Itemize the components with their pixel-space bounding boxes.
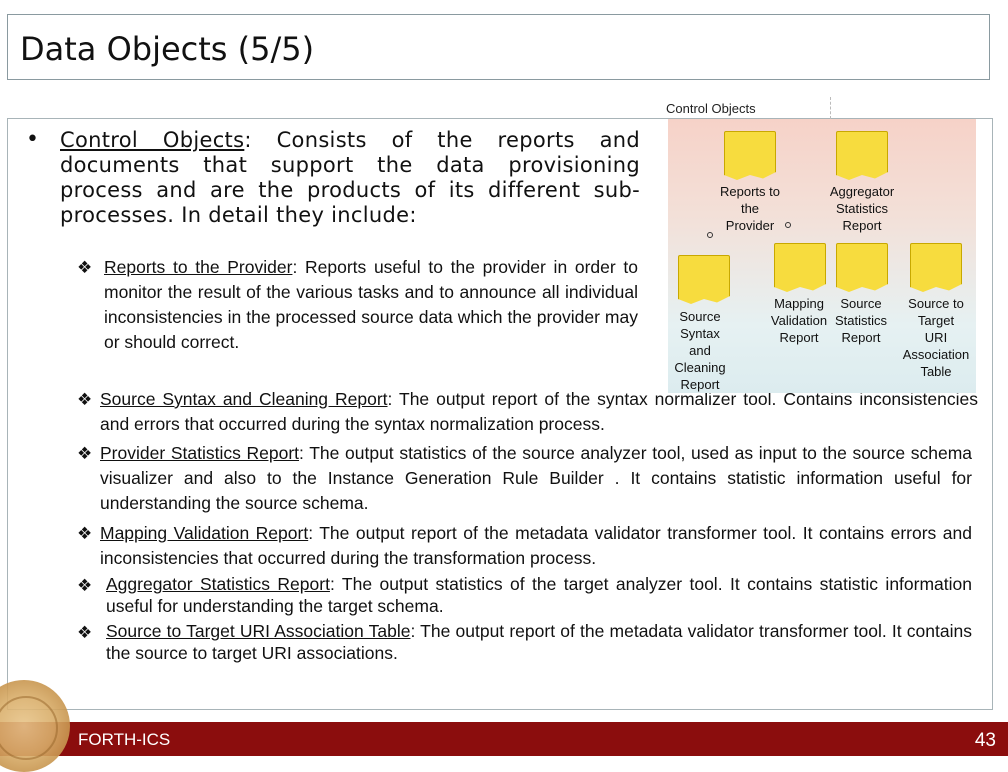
diamond-bullet-icon: ❖ xyxy=(77,390,93,410)
list-item: Provider Statistics Report: The output s… xyxy=(100,443,972,513)
list-item: Aggregator Statistics Report: The output… xyxy=(106,574,972,616)
page-number: 43 xyxy=(974,730,996,751)
list-item: Source Syntax and Cleaning Report: The o… xyxy=(100,389,978,434)
divider xyxy=(830,97,832,119)
footer-org: FORTH-ICS xyxy=(78,730,171,749)
diamond-bullet-icon: ❖ xyxy=(77,444,93,464)
intro-paragraph: Control Objects: Consists of the reports… xyxy=(60,128,641,227)
diamond-bullet-icon: ❖ xyxy=(77,576,93,596)
slide-title: Data Objects (5/5) xyxy=(20,30,315,68)
control-objects-diagram: Control Objects Reports to the Provider … xyxy=(660,97,976,393)
list-item: Source to Target URI Association Table: … xyxy=(106,621,972,663)
diamond-bullet-icon: ❖ xyxy=(77,623,93,643)
diamond-bullet-icon: ❖ xyxy=(77,524,93,544)
list-item: Mapping Validation Report: The output re… xyxy=(100,523,972,568)
bullet-icon: • xyxy=(26,127,39,152)
diagram-connectors xyxy=(707,222,791,238)
title-box: Data Objects (5/5) xyxy=(7,14,990,80)
intro-term: Control Objects xyxy=(60,128,245,152)
list-item: Reports to the Provider: Reports useful … xyxy=(104,257,638,352)
diamond-bullet-icon: ❖ xyxy=(77,258,93,278)
